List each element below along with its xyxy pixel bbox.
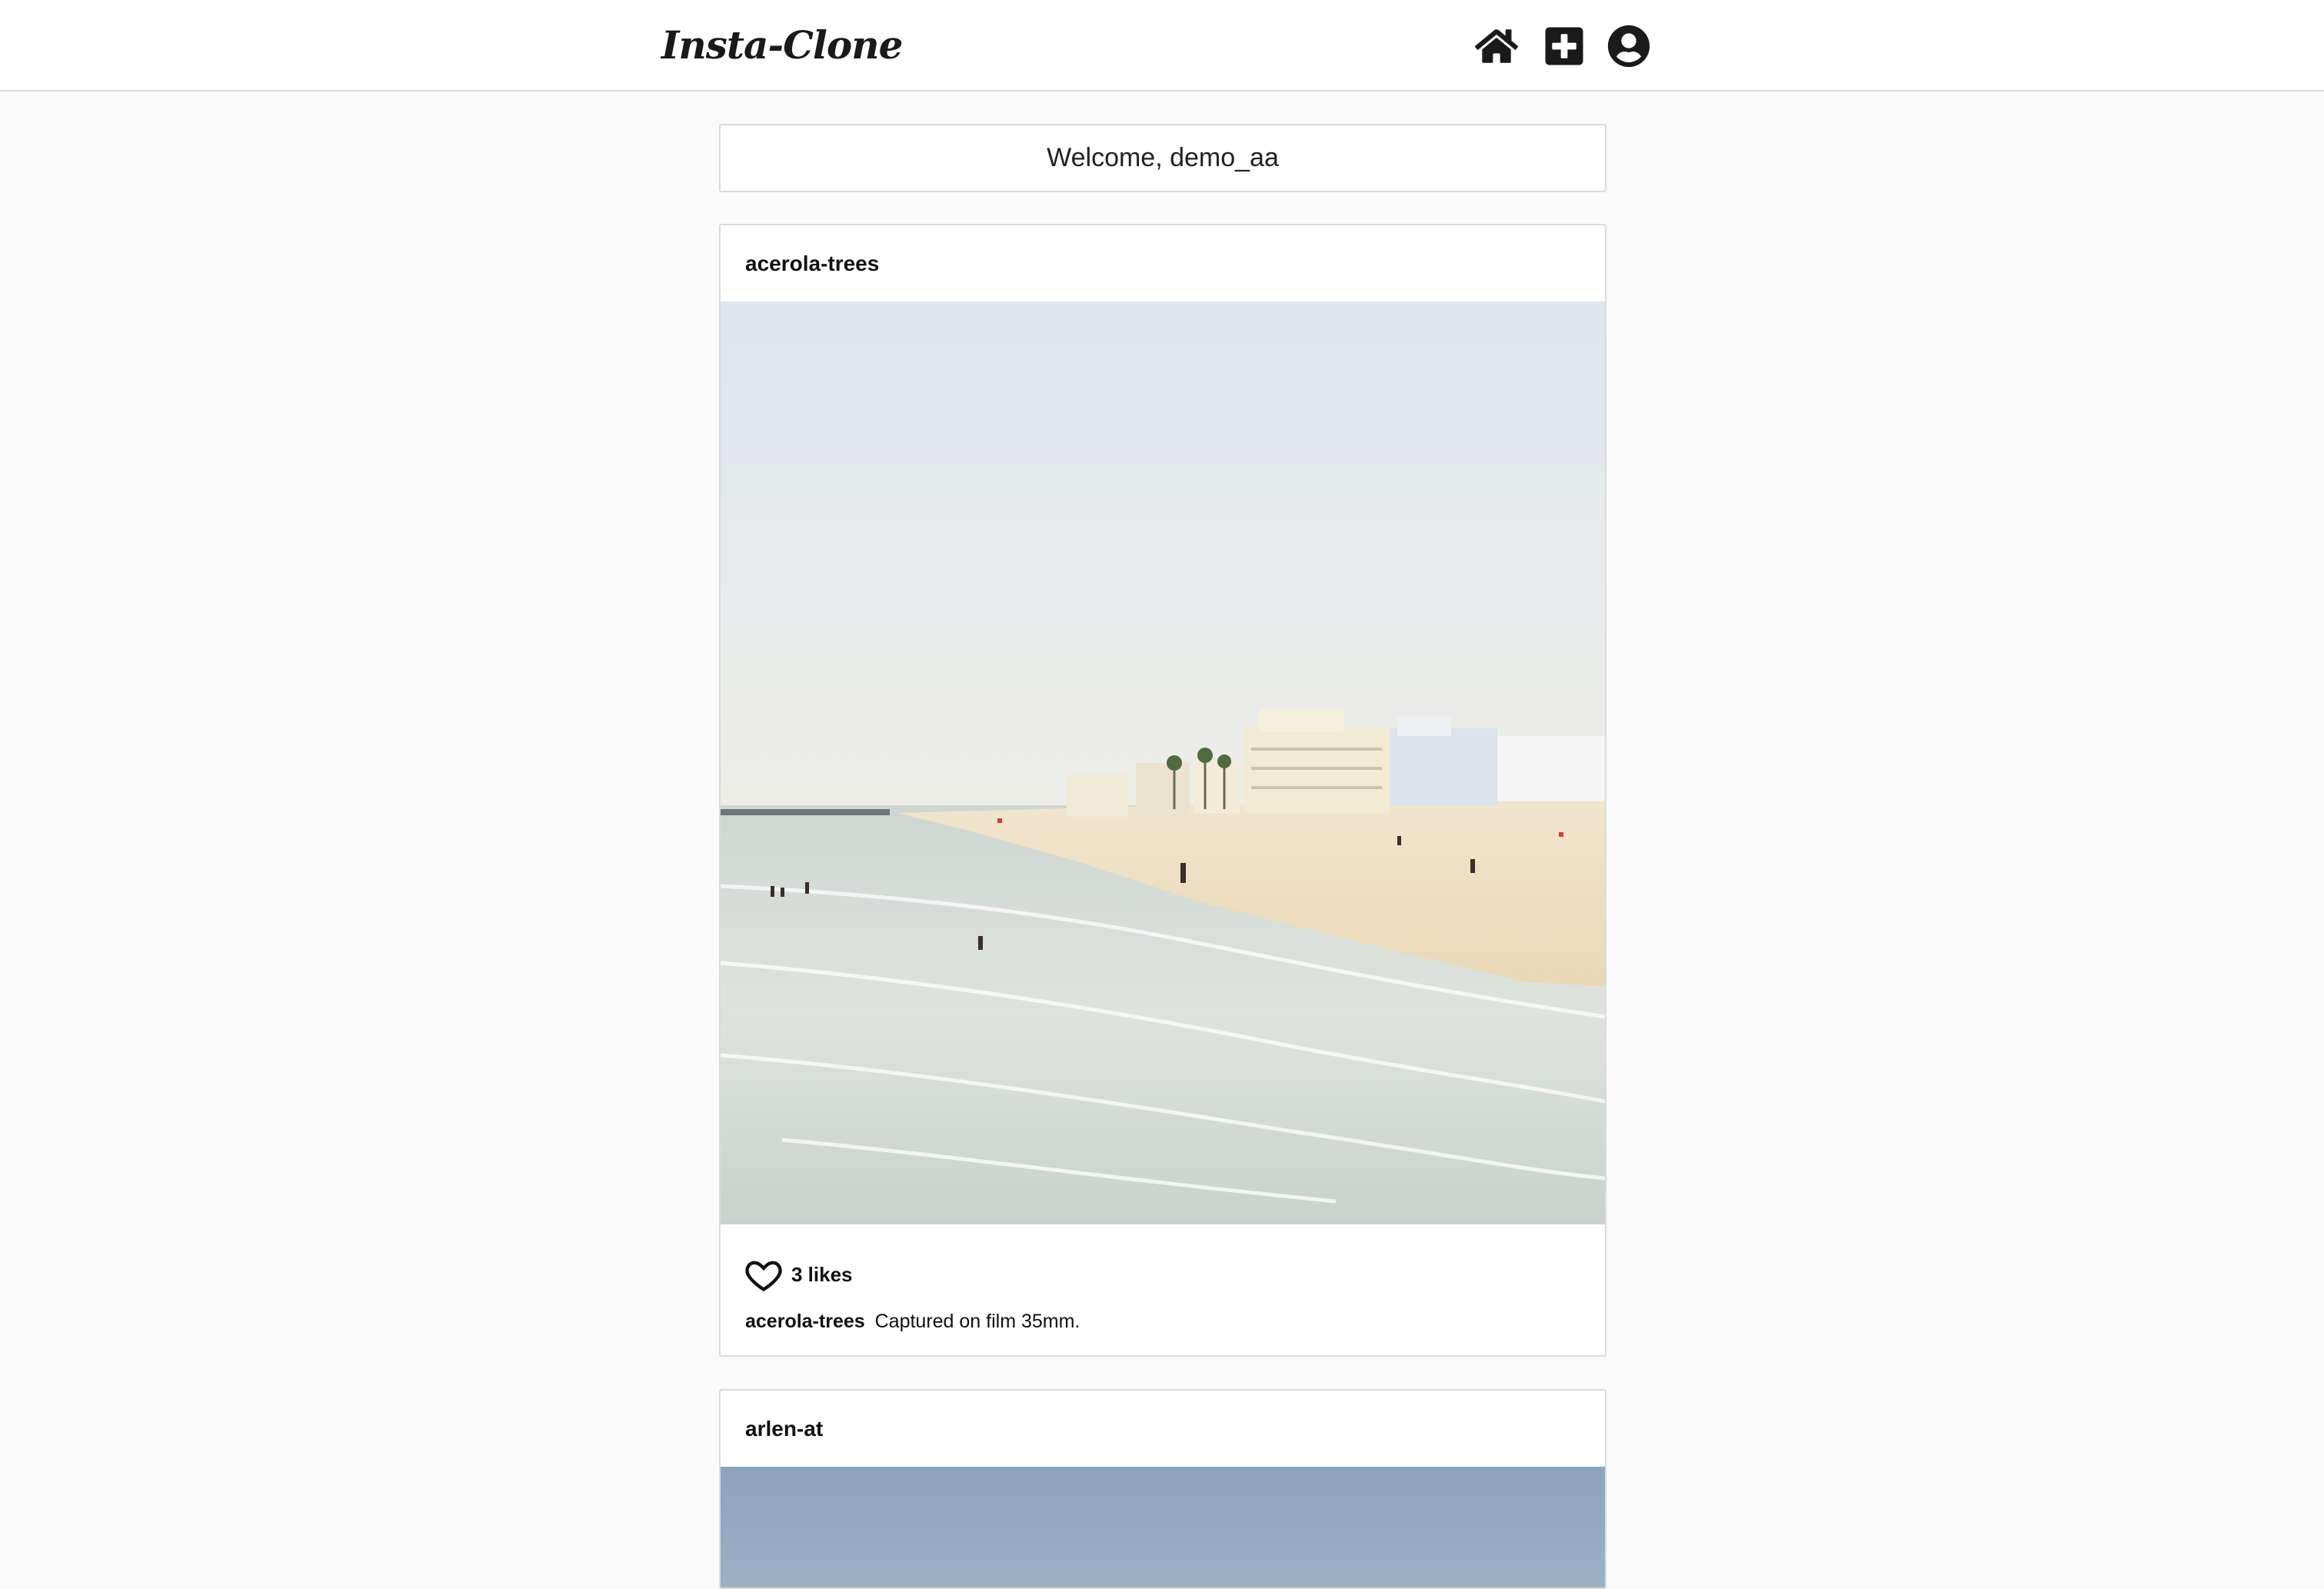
heart-icon[interactable] [744,1254,784,1294]
app-logo[interactable]: Insta-Clone [661,18,903,72]
post-image[interactable] [721,301,1605,1224]
add-post-icon[interactable] [1543,25,1586,68]
profile-icon[interactable] [1607,25,1650,68]
caption-username[interactable]: acerola-trees [745,1311,865,1332]
likes-count[interactable]: 3 likes [791,1263,853,1287]
post-username[interactable]: arlen-at [721,1391,1605,1467]
home-icon[interactable] [1475,25,1518,68]
post-caption: acerola-trees Captured on film 35mm. [721,1311,1605,1333]
post-username[interactable]: acerola-trees [721,225,1605,301]
post-card: acerola-trees 3 likes acerola-trees Capt… [719,224,1606,1357]
top-navbar: Insta-Clone [0,0,2324,92]
post-actions: 3 likes [721,1224,1605,1311]
welcome-banner: Welcome, demo_aa [719,124,1606,192]
post-card: arlen-at [719,1389,1606,1589]
post-image[interactable] [721,1467,1605,1587]
caption-text: Captured on film 35mm. [874,1311,1080,1332]
